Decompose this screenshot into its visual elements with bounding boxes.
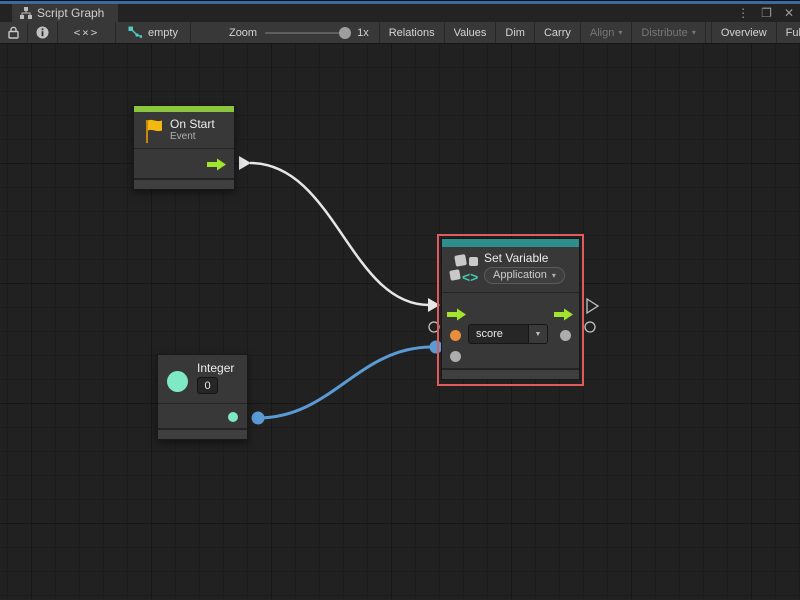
integer-output-port[interactable]	[228, 412, 238, 422]
graph-reference[interactable]: empty	[116, 22, 191, 43]
maximize-icon[interactable]: ❐	[761, 7, 772, 19]
integer-output-connection-dot[interactable]	[252, 412, 265, 425]
variables-icon: <>	[449, 254, 481, 284]
integer-ports	[158, 403, 247, 428]
zoom-slider[interactable]	[265, 32, 349, 34]
align-button[interactable]: Align ▾	[581, 22, 632, 43]
kebab-menu-icon[interactable]: ⋮	[737, 7, 749, 19]
chevron-down-icon: ▾	[552, 271, 556, 280]
selection-outline: <> Set Variable Application ▾	[437, 234, 584, 386]
tab-bar: Script Graph ⋮ ❐ ✕	[0, 4, 800, 22]
variable-name-field[interactable]: score ▼	[468, 324, 548, 344]
zoom-slider-handle[interactable]	[339, 27, 351, 39]
dim-button[interactable]: Dim	[496, 22, 535, 43]
graph-pointer-icon	[128, 26, 142, 39]
overview-button[interactable]: Overview	[711, 22, 777, 43]
node-footer	[134, 178, 234, 189]
graph-reference-label: empty	[148, 27, 178, 39]
chevron-down-icon: ▾	[692, 28, 696, 37]
graph-toolbar: <×> empty Zoom 1x Relations Values Dim	[0, 22, 800, 44]
node-set-variable[interactable]: <> Set Variable Application ▾	[441, 238, 580, 380]
variable-kind-dropdown[interactable]: Application ▾	[484, 267, 565, 284]
close-icon[interactable]: ✕	[784, 7, 794, 19]
carry-button[interactable]: Carry	[535, 22, 581, 43]
wire-integer-to-setvariable[interactable]	[258, 347, 432, 418]
flow-output-port[interactable]	[554, 308, 574, 321]
node-on-start[interactable]: On Start Event	[133, 105, 235, 190]
set-variable-ports: score ▼	[442, 292, 579, 368]
node-title: Integer	[197, 361, 241, 375]
variable-name-port[interactable]	[450, 330, 461, 341]
graph-canvas[interactable]: On Start Event <>	[0, 44, 800, 599]
node-title: On Start	[170, 117, 226, 131]
info-button[interactable]	[28, 22, 58, 43]
distribute-button[interactable]: Distribute ▾	[632, 22, 705, 43]
variable-name-dropdown-button[interactable]: ▼	[528, 325, 547, 343]
set-variable-header: <> Set Variable Application ▾	[442, 247, 579, 292]
tab-label: Script Graph	[37, 6, 104, 20]
node-title: Set Variable	[484, 251, 571, 265]
value-output-port[interactable]	[560, 330, 571, 341]
zoom-control: Zoom 1x	[219, 22, 379, 43]
integer-value-input[interactable]: 0	[197, 377, 218, 394]
info-icon	[36, 26, 49, 39]
code-view-button[interactable]: <×>	[58, 22, 116, 43]
node-footer	[442, 368, 579, 379]
flag-icon	[143, 118, 164, 144]
chevron-down-icon: ▼	[535, 331, 542, 338]
sitemap-icon	[20, 7, 32, 19]
node-subtitle: Event	[170, 131, 226, 142]
flow-output-port[interactable]	[207, 158, 227, 171]
flow-input-port[interactable]	[447, 308, 467, 321]
lock-icon	[8, 26, 19, 39]
full-screen-button[interactable]: Full Screen	[777, 22, 800, 43]
wire-layer	[0, 44, 800, 599]
zoom-label: Zoom	[229, 27, 257, 39]
node-footer	[158, 428, 247, 439]
integer-header: Integer 0	[158, 355, 247, 403]
svg-text:<>: <>	[462, 269, 478, 284]
zoom-value: 1x	[357, 27, 369, 39]
on-start-ports	[134, 148, 234, 178]
on-start-header: On Start Event	[134, 112, 234, 148]
lock-button[interactable]	[0, 22, 28, 43]
onstart-exit-port-connected[interactable]	[239, 156, 251, 170]
tab-script-graph[interactable]: Script Graph	[12, 4, 118, 22]
variable-name-value: score	[469, 325, 528, 343]
node-integer[interactable]: Integer 0	[157, 354, 248, 440]
relations-button[interactable]: Relations	[379, 22, 445, 43]
value-input-port[interactable]	[450, 351, 461, 362]
setvariable-output-port-indicator[interactable]	[585, 322, 595, 332]
code-icon: <×>	[74, 26, 100, 39]
window-controls: ⋮ ❐ ✕	[737, 4, 794, 22]
chevron-down-icon: ▾	[618, 28, 622, 37]
script-graph-window: Script Graph ⋮ ❐ ✕ <×>	[0, 0, 800, 600]
values-button[interactable]: Values	[445, 22, 497, 43]
setvariable-exit-port-indicator[interactable]	[587, 299, 598, 313]
integer-type-icon	[167, 371, 188, 392]
variable-color-bar	[442, 239, 579, 247]
wire-onstart-to-setvariable[interactable]	[250, 163, 429, 305]
